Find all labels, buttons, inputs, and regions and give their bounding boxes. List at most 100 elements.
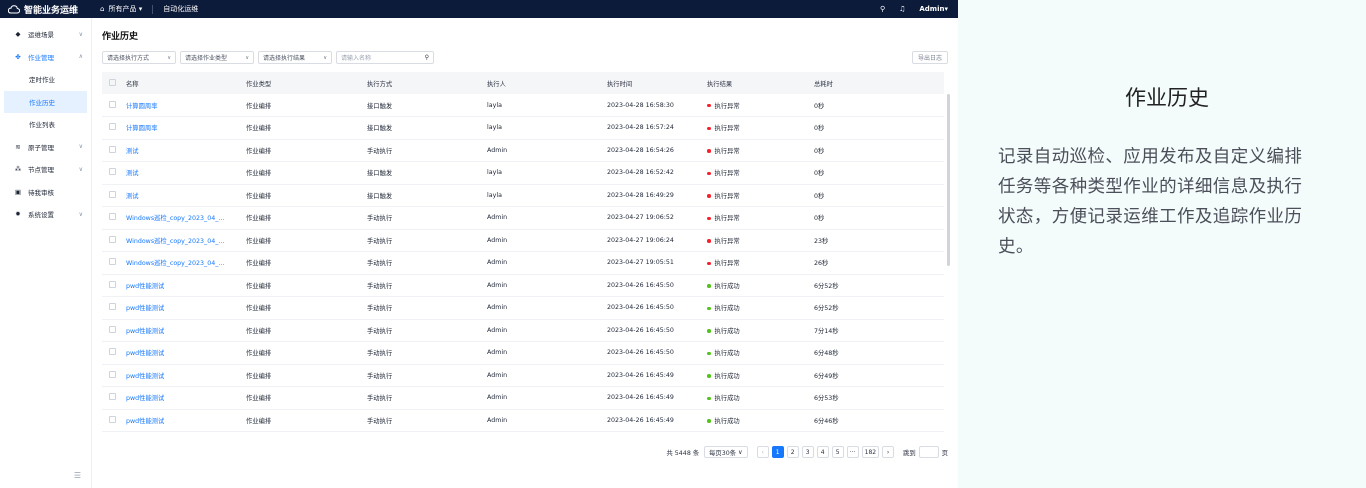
chevron-down-icon: ∨ [78,30,83,38]
row-checkbox[interactable] [109,100,116,108]
row-checkbox[interactable] [109,303,116,311]
sidebar-item-job-list[interactable]: 作业列表 [0,113,91,136]
sidebar-item-system-settings[interactable]: ✹ 系统设置 ∨ [0,203,91,226]
all-products-menu[interactable]: 所有产品 ▾ [108,4,142,14]
table-row[interactable]: 测试 作业编排 接口触发 layla 2023-04-28 16:49:29 执行异常 0秒 [102,184,944,207]
row-checkbox[interactable] [109,123,116,131]
table-scrollbar[interactable] [947,94,950,266]
table-row[interactable]: 测试 作业编排 手动执行 Admin 2023-04-28 16:54:26 执行异常 0秒 [102,139,944,162]
column-header-job-type[interactable]: 作业类型 [246,72,367,94]
exec-result-select[interactable]: 请选择执行结果 ∨ [258,51,332,64]
page-size-select[interactable]: 每页30条 ∨ [704,446,748,458]
column-header-exec-result[interactable]: 执行结果 [707,72,814,94]
more-pages-button[interactable]: ··· [846,446,859,458]
sidebar-item-job-management[interactable]: ✤ 作业管理 ∧ [0,46,91,69]
cell-exec-time: 2023-04-26 16:45:50 [607,296,707,320]
page-button[interactable]: 1 [771,446,784,458]
table-row[interactable]: Windows巡检_copy_2023_04_... 作业编排 手动执行 Admin 2… [102,229,944,252]
table-row[interactable]: pwd性能测试 作业编排 手动执行 Admin 2023-04-26 16:45:50 执… [102,296,944,320]
search-icon[interactable]: ⚲ [425,54,429,61]
table-row[interactable]: Windows巡检_copy_2023_04_... 作业编排 手动执行 Admin 2… [102,206,944,230]
exec-mode-select[interactable]: 请选择执行方式 ∨ [102,51,176,64]
table-row[interactable]: pwd性能测试 作业编排 手动执行 Admin 2023-04-26 16:45:50 执… [102,341,944,365]
cell-job-type: 作业编排 [246,341,367,365]
row-checkbox[interactable] [109,348,116,356]
table-row[interactable]: 计算圆周率 作业编排 接口触发 layla 2023-04-28 16:57:24 执行异… [102,116,944,140]
home-icon[interactable]: ⌂ [100,5,104,13]
column-header-exec-time[interactable]: 执行时间 [607,72,707,94]
table-row[interactable]: pwd性能测试 作业编排 手动执行 Admin 2023-04-26 16:45:49 执… [102,364,944,387]
table-row[interactable]: 测试 作业编排 接口触发 layla 2023-04-28 16:52:42 执行异常 0秒 [102,161,944,185]
row-checkbox[interactable] [109,168,116,176]
column-header-duration[interactable]: 总耗时 [814,72,944,94]
cell-name[interactable]: Windows巡检_copy_2023_04_... [126,206,246,230]
nodes-icon: ⁂ [14,165,22,174]
page-button[interactable]: 4 [816,446,829,458]
sidebar-item-pending-review[interactable]: ▣ 待我审核 [0,181,91,204]
divider [152,4,154,14]
cell-name[interactable]: Windows巡检_copy_2023_04_... [126,251,246,275]
page-button[interactable]: 3 [801,446,814,458]
sidebar-item-node-management[interactable]: ⁂ 节点管理 ∨ [0,158,91,181]
user-menu[interactable]: Admin▾ [919,5,948,13]
next-page-button[interactable]: › [882,446,895,458]
cell-exec-mode: 接口触发 [367,116,487,140]
select-all-checkbox[interactable] [109,78,116,86]
page-button[interactable]: 2 [786,446,799,458]
cell-name[interactable]: pwd性能测试 [126,319,246,342]
cell-name[interactable]: pwd性能测试 [126,341,246,365]
cell-exec-mode: 接口触发 [367,94,487,117]
cell-name[interactable]: pwd性能测试 [126,364,246,387]
column-header-executor[interactable]: 执行人 [487,72,607,94]
cell-name[interactable]: pwd性能测试 [126,274,246,297]
job-type-select[interactable]: 请选择作业类型 ∨ [180,51,254,64]
cell-duration: 6分49秒 [814,364,944,387]
cell-name[interactable]: 计算圆周率 [126,116,246,140]
status-dot-icon [707,329,711,333]
row-checkbox[interactable] [109,325,116,333]
page-button[interactable]: 182 [861,446,880,458]
table-row[interactable]: pwd性能测试 作业编排 手动执行 Admin 2023-04-26 16:45:50 执… [102,319,944,342]
sidebar-item-scheduled-jobs[interactable]: 定时作业 [0,68,91,91]
row-checkbox[interactable] [109,393,116,401]
cell-exec-time: 2023-04-27 19:06:24 [607,229,707,252]
sidebar-item-job-history[interactable]: 作业历史 [4,90,87,113]
app-logo[interactable]: 智能业务运维 [0,3,92,16]
cell-name[interactable]: pwd性能测试 [126,409,246,432]
sidebar-item-ops-scenes[interactable]: ◆ 运维场景 ∨ [0,23,91,46]
row-checkbox[interactable] [109,415,116,423]
search-icon[interactable]: ⚲ [880,5,885,13]
page-size-label: 每页30条 [709,449,737,457]
cell-name[interactable]: 测试 [126,184,246,207]
stack-icon: ≋ [15,142,21,151]
cell-name[interactable]: 测试 [126,139,246,162]
row-checkbox[interactable] [109,280,116,288]
row-checkbox[interactable] [109,145,116,153]
row-checkbox[interactable] [109,258,116,266]
name-search-input[interactable]: 请输入名称 ⚲ [336,51,434,64]
cell-name[interactable]: 测试 [126,161,246,185]
table-row[interactable]: Windows巡检_copy_2023_04_... 作业编排 手动执行 Admin 2… [102,251,944,275]
row-checkbox[interactable] [109,190,116,198]
table-row[interactable]: pwd性能测试 作业编排 手动执行 Admin 2023-04-26 16:45:50 执… [102,274,944,297]
cell-name[interactable]: 计算圆周率 [126,94,246,117]
table-row[interactable]: pwd性能测试 作业编排 手动执行 Admin 2023-04-26 16:45:49 执… [102,386,944,410]
cell-name[interactable]: pwd性能测试 [126,296,246,320]
cell-name[interactable]: pwd性能测试 [126,386,246,410]
cell-name[interactable]: Windows巡检_copy_2023_04_... [126,229,246,252]
column-header-exec-mode[interactable]: 执行方式 [367,72,487,94]
row-checkbox[interactable] [109,235,116,243]
table-row[interactable]: pwd性能测试 作业编排 手动执行 Admin 2023-04-26 16:45:49 执… [102,409,944,432]
row-checkbox-cell [102,139,126,162]
export-log-button[interactable]: 导出日志 [911,51,948,64]
page-button[interactable]: 5 [831,446,844,458]
prev-page-button[interactable]: ‹ [756,446,769,458]
jump-page-input[interactable] [918,446,939,458]
row-checkbox[interactable] [109,370,116,378]
collapse-menu-icon[interactable]: ☰ [74,471,81,480]
sidebar-item-atom-management[interactable]: ≋ 原子管理 ∨ [0,136,91,159]
bell-icon[interactable]: ♫ [899,5,905,13]
row-checkbox[interactable] [109,213,116,221]
table-row[interactable]: 计算圆周率 作业编排 接口触发 layla 2023-04-28 16:58:30 执行异… [102,94,944,117]
column-header-name[interactable]: 名称 [126,72,246,94]
